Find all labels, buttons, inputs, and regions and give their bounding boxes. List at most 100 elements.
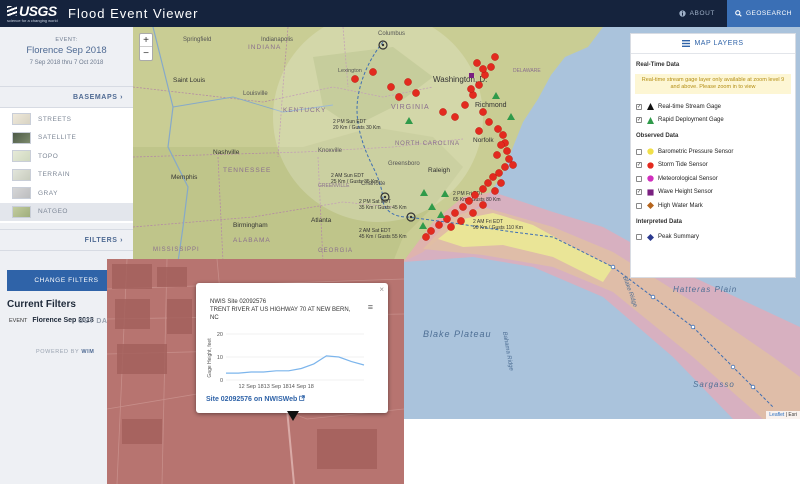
layer-toggle[interactable]: ✓ Real-time Stream Gage bbox=[631, 100, 795, 114]
layer-checkbox[interactable]: ✓ bbox=[636, 103, 642, 110]
flood-event-viewer: USGS science for a changing world Flood … bbox=[0, 0, 800, 484]
storm-tide-sensor[interactable] bbox=[493, 151, 501, 159]
storm-tide-sensor[interactable] bbox=[422, 233, 430, 241]
zoom-out-button[interactable]: − bbox=[140, 47, 152, 60]
map-label: DELAWARE bbox=[513, 68, 541, 74]
basemaps-toggle[interactable]: BASEMAPS › bbox=[0, 86, 133, 108]
layer-label: Wave Height Sensor bbox=[658, 189, 713, 196]
storm-tide-sensor[interactable] bbox=[499, 131, 507, 139]
storm-tide-sensor[interactable] bbox=[497, 179, 505, 187]
geosearch-button[interactable]: GEOSEARCH bbox=[727, 0, 800, 27]
map-layers-header[interactable]: MAP LAYERS bbox=[631, 34, 795, 54]
storm-tide-sensor[interactable] bbox=[484, 179, 492, 187]
storm-tide-sensor[interactable] bbox=[469, 209, 477, 217]
map-label: Greensboro bbox=[388, 161, 420, 167]
layer-checkbox[interactable] bbox=[636, 202, 642, 209]
zoom-in-button[interactable]: + bbox=[140, 34, 152, 47]
basemap-satellite[interactable]: SATELLITE bbox=[0, 129, 133, 148]
layer-toggle[interactable]: Barometric Pressure Sensor bbox=[631, 145, 795, 159]
storm-tide-sensor[interactable] bbox=[494, 125, 502, 133]
wave-height-sensor[interactable] bbox=[469, 73, 474, 78]
storm-tide-sensor[interactable] bbox=[459, 203, 467, 211]
basemap-streets[interactable]: STREETS bbox=[0, 110, 133, 129]
layer-checkbox[interactable]: ✓ bbox=[636, 162, 642, 169]
chart-menu-icon[interactable]: ≡ bbox=[368, 302, 373, 312]
storm-tide-sensor[interactable] bbox=[404, 78, 412, 86]
storm-tide-sensor[interactable] bbox=[471, 191, 479, 199]
storm-tide-sensor[interactable] bbox=[503, 147, 511, 155]
about-button[interactable]: ABOUT bbox=[667, 10, 727, 17]
layer-label: Meteorological Sensor bbox=[658, 175, 718, 182]
basemap-terrain[interactable]: TERRAIN bbox=[0, 166, 133, 185]
storm-tide-sensor[interactable] bbox=[479, 65, 487, 73]
storm-tide-sensor[interactable] bbox=[479, 201, 487, 209]
storm-tide-sensor[interactable] bbox=[351, 75, 359, 83]
storm-tide-sensor[interactable] bbox=[369, 68, 377, 76]
hydrograph-chart[interactable]: 0 10 20 12 Sep 18 13 Sep 18 14 Sep 18 Gage H… bbox=[204, 328, 374, 390]
storm-tide-sensor[interactable] bbox=[467, 85, 475, 93]
usgs-wave-icon bbox=[7, 6, 17, 16]
storm-tide-sensor[interactable] bbox=[475, 81, 483, 89]
stream-gage-marker[interactable] bbox=[287, 411, 299, 421]
layer-toggle[interactable]: Meteorological Sensor bbox=[631, 172, 795, 186]
layer-toggle[interactable]: Peak Summary bbox=[631, 231, 795, 245]
storm-tide-sensor[interactable] bbox=[435, 221, 443, 229]
storm-tide-sensor[interactable] bbox=[497, 141, 505, 149]
usgs-logo[interactable]: USGS science for a changing world bbox=[0, 4, 60, 23]
storm-tide-sensor[interactable] bbox=[451, 209, 459, 217]
storm-tide-sensor[interactable] bbox=[487, 63, 495, 71]
layer-checkbox[interactable]: ✓ bbox=[636, 189, 642, 196]
storm-tide-sensor[interactable] bbox=[387, 83, 395, 91]
layer-checkbox[interactable]: ✓ bbox=[636, 117, 642, 124]
storm-tide-sensor[interactable] bbox=[461, 101, 469, 109]
app-title: Flood Event Viewer bbox=[68, 6, 199, 21]
basemap-natgeo[interactable]: NATGEO bbox=[0, 202, 133, 221]
y-axis-ticks: 0 10 20 bbox=[217, 332, 223, 384]
top-nav-bar: USGS science for a changing world Flood … bbox=[0, 0, 800, 27]
layer-checkbox[interactable] bbox=[636, 148, 642, 155]
storm-tide-sensor[interactable] bbox=[501, 163, 509, 171]
storm-tide-sensor[interactable] bbox=[457, 217, 465, 225]
storm-tide-sensor[interactable] bbox=[465, 197, 473, 205]
nwisweb-link[interactable]: Site 02092576 on NWISWeb bbox=[206, 395, 306, 403]
storm-label: 35 Km / Gusts 45 Km bbox=[359, 205, 407, 211]
storm-tide-sensor[interactable] bbox=[473, 59, 481, 67]
storm-tide-sensor[interactable] bbox=[491, 53, 499, 61]
map-label: Memphis bbox=[171, 174, 198, 181]
event-dates: 7 Sep 2018 thru 7 Oct 2018 bbox=[29, 60, 104, 66]
x-axis-ticks: 12 Sep 18 13 Sep 18 14 Sep 18 bbox=[239, 384, 314, 390]
layer-toggle[interactable]: High Water Mark bbox=[631, 199, 795, 213]
storm-tide-sensor[interactable] bbox=[479, 108, 487, 116]
map-label: Blake Plateau bbox=[423, 329, 492, 339]
map-label: TENNESSEE bbox=[223, 167, 271, 174]
leaflet-link[interactable]: Leaflet bbox=[769, 412, 784, 418]
storm-tide-sensor[interactable] bbox=[451, 113, 459, 121]
layer-toggle[interactable]: ✓ Wave Height Sensor bbox=[631, 186, 795, 200]
storm-tide-sensor[interactable] bbox=[491, 187, 499, 195]
storm-tide-sensor[interactable] bbox=[395, 93, 403, 101]
get-data-button[interactable]: GET DA bbox=[78, 318, 107, 325]
filters-toggle[interactable]: FILTERS › bbox=[0, 229, 133, 251]
layer-checkbox[interactable] bbox=[636, 234, 642, 241]
storm-tide-sensor[interactable] bbox=[443, 215, 451, 223]
storm-tide-sensor[interactable] bbox=[412, 89, 420, 97]
storm-tide-sensor[interactable] bbox=[479, 185, 487, 193]
basemap-topo[interactable]: TOPO bbox=[0, 147, 133, 166]
popup-site-id: NWIS Site 02092576 bbox=[210, 299, 267, 305]
wim-link[interactable]: WIM bbox=[81, 349, 94, 355]
storm-tide-sensor[interactable] bbox=[439, 108, 447, 116]
storm-tide-sensor[interactable] bbox=[509, 161, 517, 169]
storm-tide-sensor[interactable] bbox=[427, 227, 435, 235]
storm-label: 90 Km / Gusts 110 Km bbox=[473, 225, 523, 231]
map-label: Louisville bbox=[243, 91, 268, 97]
close-icon[interactable]: × bbox=[379, 285, 384, 294]
storm-tide-sensor[interactable] bbox=[485, 118, 493, 126]
layer-toggle[interactable]: ✓ Rapid Deployment Gage bbox=[631, 114, 795, 128]
storm-tide-sensor[interactable] bbox=[447, 223, 455, 231]
layer-checkbox[interactable] bbox=[636, 175, 642, 182]
storm-tide-sensor[interactable] bbox=[489, 173, 497, 181]
basemap-thumbnail bbox=[12, 131, 31, 144]
basemap-gray[interactable]: GRAY bbox=[0, 184, 133, 203]
layer-toggle[interactable]: ✓ Storm Tide Sensor bbox=[631, 159, 795, 173]
storm-tide-sensor[interactable] bbox=[475, 127, 483, 135]
